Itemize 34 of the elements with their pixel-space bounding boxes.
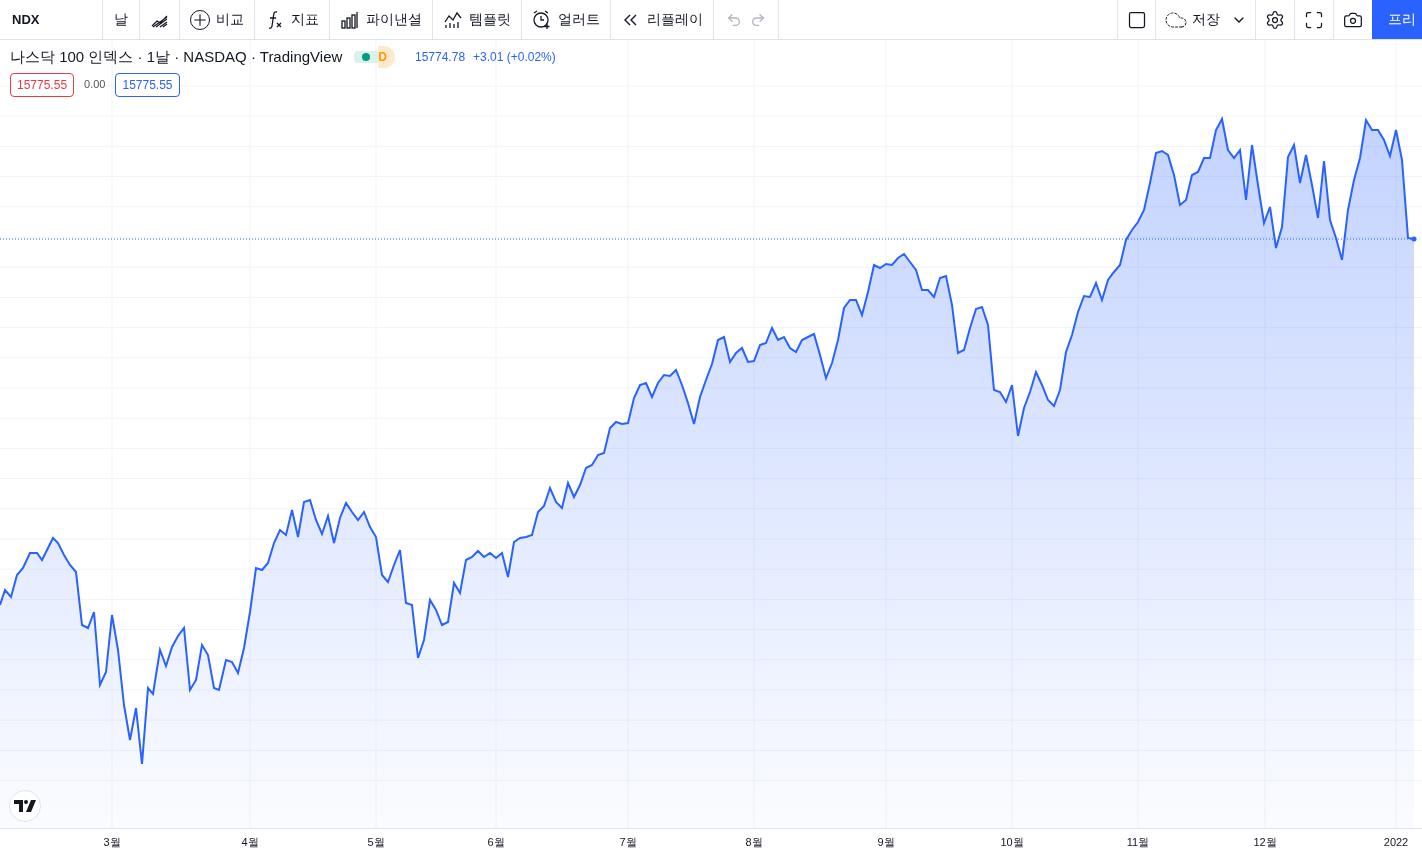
- square-icon: [1126, 9, 1147, 30]
- alarm-clock-icon: [532, 9, 552, 30]
- price-change: +3.01 (+0.02%): [473, 49, 556, 67]
- fullscreen-icon: [1304, 9, 1324, 30]
- last-price: 15774.78: [415, 49, 466, 67]
- axis-label: 6월: [487, 835, 505, 850]
- status-badge: D: [354, 46, 395, 69]
- price-value: 15775.55: [115, 72, 180, 97]
- bar-chart-icon: [340, 9, 360, 30]
- toolbar-button[interactable]: 지표: [255, 0, 330, 39]
- toolbar-button[interactable]: 얼러트: [522, 0, 611, 39]
- axis-label: 2022: [1383, 835, 1409, 850]
- toolbar-button[interactable]: 리플레이: [611, 0, 714, 39]
- axis-label: 4월: [241, 835, 259, 850]
- toolbar-button[interactable]: 비교: [180, 0, 255, 39]
- interval-button[interactable]: 날: [103, 0, 140, 39]
- toolbar-button[interactable]: 템플릿: [433, 0, 522, 39]
- axis-label: 12월: [1253, 835, 1277, 850]
- settings-icon: [1265, 9, 1285, 30]
- axis-label: 10월: [1000, 835, 1024, 850]
- symbol-title: 나스닥 100 인덱스 · 1날 · NASDAQ · TradingView: [10, 47, 343, 67]
- toolbar-button[interactable]: 파이낸셜: [330, 0, 433, 39]
- save-button[interactable]: 저장: [1155, 0, 1255, 39]
- logo-icon: [14, 800, 36, 812]
- axis-label: 7월: [619, 835, 637, 850]
- axis-label: 11월: [1126, 835, 1150, 850]
- axis-label: 5월: [367, 835, 385, 850]
- price-value: 15775.55: [10, 72, 75, 97]
- axis-label: 3월: [103, 835, 121, 850]
- symbol-search-button[interactable]: NDX: [0, 0, 103, 39]
- axis-label: 8월: [745, 835, 763, 850]
- axis-label: 9월: [877, 835, 895, 850]
- price-value: 0.00: [83, 77, 107, 93]
- publish-button[interactable]: 프리: [1372, 0, 1422, 39]
